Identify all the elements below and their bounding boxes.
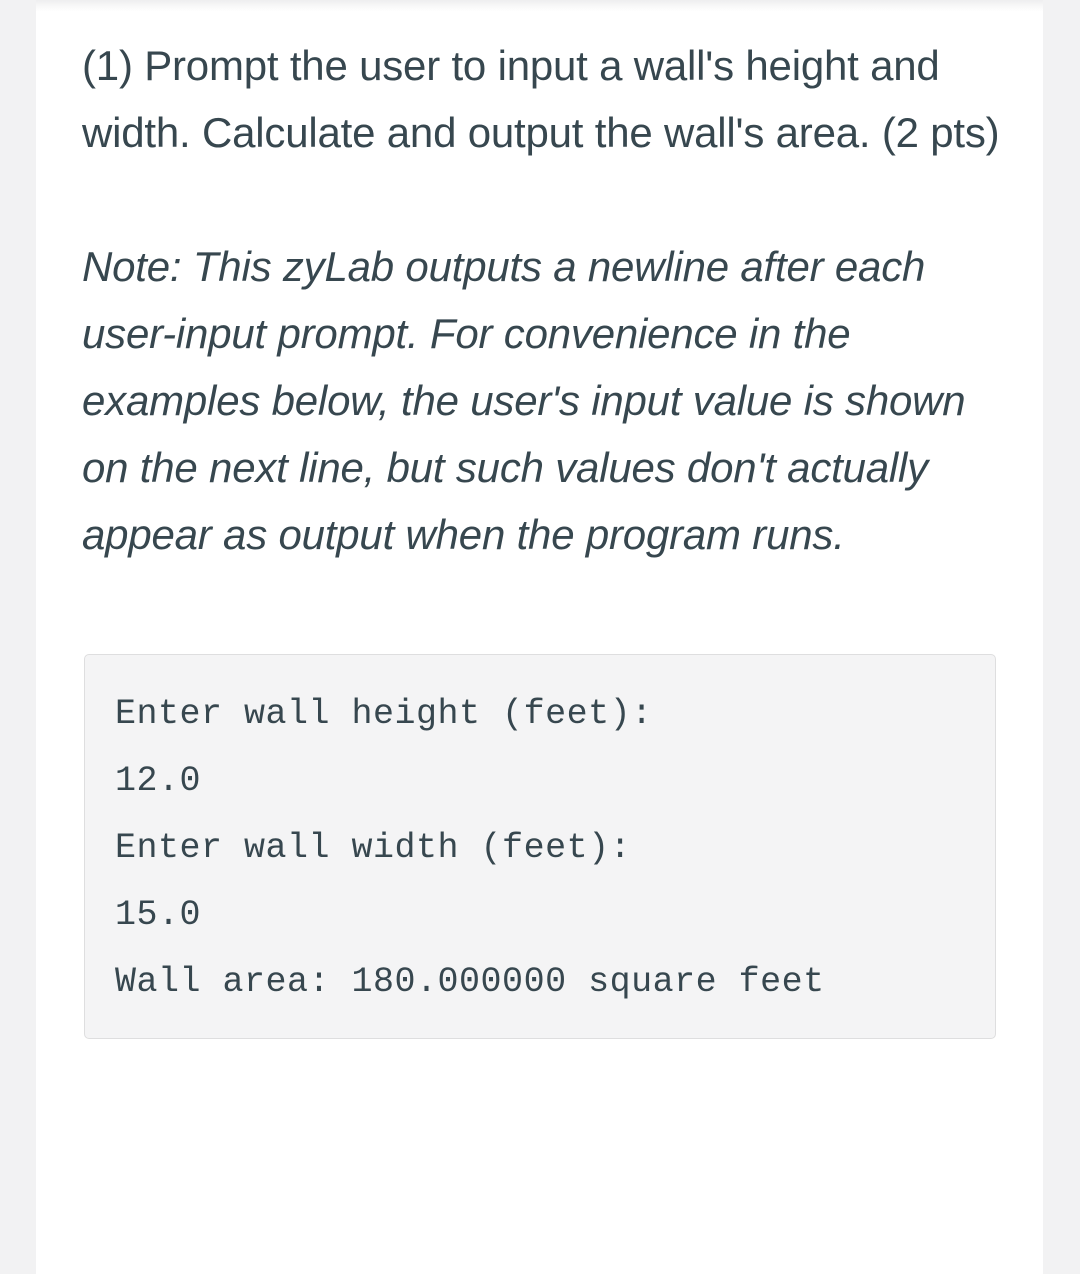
- exercise-content-card: (1) Prompt the user to input a wall's he…: [36, 0, 1043, 1274]
- example-output-text: Enter wall height (feet): 12.0 Enter wal…: [115, 694, 825, 1002]
- exercise-prompt-text: (1) Prompt the user to input a wall's he…: [82, 42, 1000, 156]
- exercise-content: (1) Prompt the user to input a wall's he…: [82, 0, 1000, 1039]
- page-background: (1) Prompt the user to input a wall's he…: [0, 0, 1080, 1274]
- example-output-box: Enter wall height (feet): 12.0 Enter wal…: [84, 654, 996, 1039]
- exercise-note-text: Note: This zyLab outputs a newline after…: [82, 243, 977, 558]
